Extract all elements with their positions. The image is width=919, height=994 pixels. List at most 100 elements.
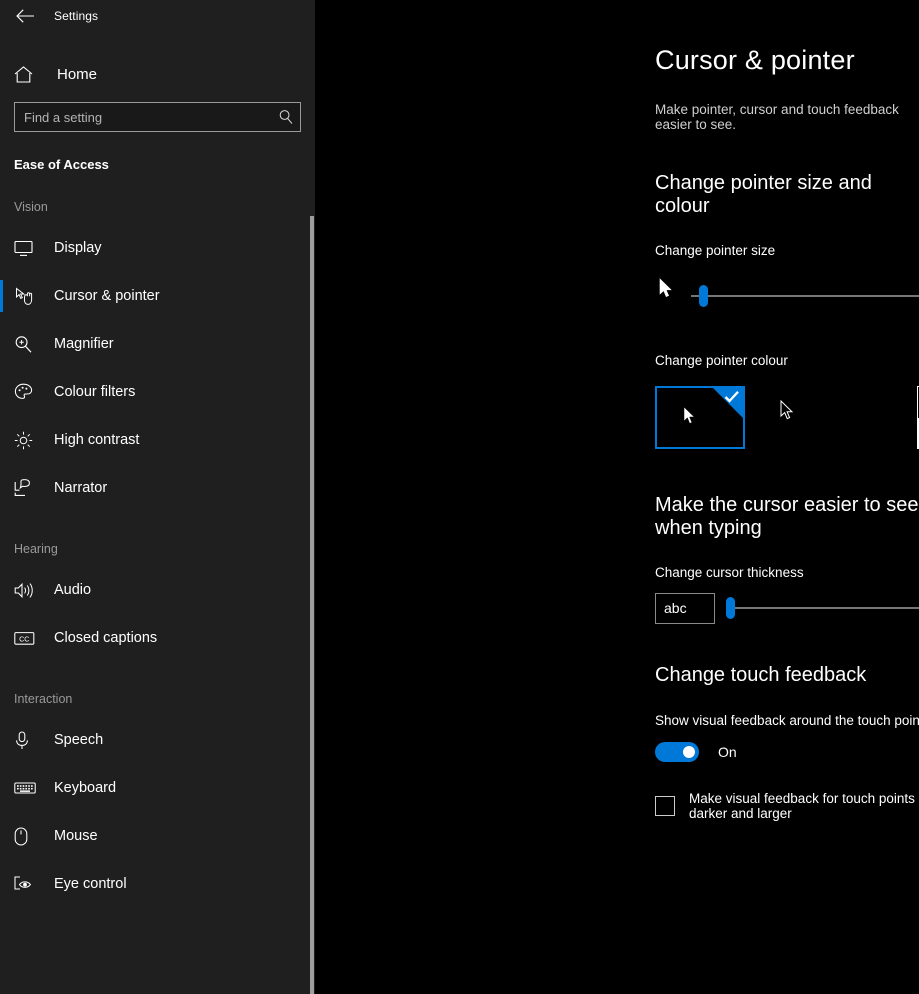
slider-thumb[interactable] bbox=[726, 597, 735, 619]
touch-feedback-description: Show visual feedback around the touch po… bbox=[655, 713, 919, 728]
slider-thumb[interactable] bbox=[699, 285, 709, 307]
pointer-colour-swatches bbox=[655, 386, 919, 456]
page-subtitle: Make pointer, cursor and touch feedback … bbox=[655, 102, 899, 132]
nav-group-interaction: Interaction bbox=[14, 692, 73, 706]
darker-larger-checkbox-label: Make visual feedback for touch points da… bbox=[689, 791, 915, 821]
sidebar-item-label: High contrast bbox=[54, 432, 140, 448]
pointer-colour-label: Change pointer colour bbox=[655, 353, 788, 368]
sidebar-item-keyboard[interactable]: Keyboard bbox=[0, 764, 315, 812]
microphone-icon bbox=[14, 729, 40, 751]
cursor-preview-box: abc bbox=[655, 592, 715, 624]
main-content: Cursor & pointer Make pointer, cursor an… bbox=[315, 0, 919, 994]
eye-control-icon bbox=[14, 873, 40, 895]
svg-text:CC: CC bbox=[19, 634, 29, 643]
sidebar-nav: Vision Display Cursor & pointer Magnifie… bbox=[0, 200, 315, 908]
slider-rail bbox=[691, 295, 919, 297]
checkmark-icon bbox=[724, 390, 740, 404]
pointer-size-label: Change pointer size bbox=[655, 243, 776, 258]
cc-icon: CC bbox=[14, 627, 40, 649]
mouse-icon bbox=[14, 825, 40, 847]
pointer-size-slider[interactable] bbox=[691, 285, 919, 307]
selection-accent-bar bbox=[0, 472, 3, 504]
sidebar-item-label: Audio bbox=[54, 582, 92, 598]
selection-accent-bar bbox=[0, 574, 3, 606]
section-heading-cursor: Make the cursor easier to see when typin… bbox=[655, 494, 919, 539]
sidebar-item-label: Keyboard bbox=[54, 780, 117, 796]
cursor-thickness-slider[interactable] bbox=[726, 597, 919, 619]
darker-larger-checkbox[interactable] bbox=[655, 796, 675, 816]
sidebar-item-closed-captions[interactable]: CC Closed captions bbox=[0, 614, 315, 662]
sidebar-item-label: Magnifier bbox=[54, 336, 114, 352]
pointer-size-row bbox=[655, 266, 919, 328]
sidebar-scrollbar-thumb[interactable] bbox=[310, 216, 314, 994]
section-heading-touch: Change touch feedback bbox=[655, 664, 867, 686]
sidebar-item-eye-control[interactable]: Eye control bbox=[0, 860, 315, 908]
cursor-preview-text: abc bbox=[664, 600, 687, 616]
pointer-colour-white-swatch[interactable] bbox=[655, 386, 745, 449]
sidebar-item-mouse[interactable]: Mouse bbox=[0, 812, 315, 860]
nav-group-hearing: Hearing bbox=[14, 542, 58, 556]
nav-group-vision: Vision bbox=[14, 200, 48, 214]
slider-rail bbox=[726, 607, 919, 609]
sidebar-item-audio[interactable]: Audio bbox=[0, 566, 315, 614]
magnifier-plus-icon bbox=[14, 333, 40, 355]
sidebar-item-label: Eye control bbox=[54, 876, 127, 892]
toggle-state-label: On bbox=[718, 744, 737, 760]
selection-accent-bar bbox=[0, 280, 3, 312]
sidebar-item-colour-filters[interactable]: Colour filters bbox=[0, 368, 315, 416]
sidebar-item-home[interactable]: Home bbox=[0, 54, 315, 94]
sidebar-item-speech[interactable]: Speech bbox=[0, 716, 315, 764]
settings-window: Settings Home Ease of Access bbox=[0, 0, 919, 994]
touch-feedback-toggle[interactable] bbox=[655, 742, 699, 762]
monitor-icon bbox=[14, 237, 40, 259]
cursor-thickness-label: Change cursor thickness bbox=[655, 565, 804, 580]
category-title: Ease of Access bbox=[14, 157, 109, 172]
selection-accent-bar bbox=[0, 232, 3, 264]
selection-accent-bar bbox=[0, 622, 3, 654]
sidebar-item-label: Colour filters bbox=[54, 384, 136, 400]
palette-icon bbox=[14, 381, 40, 403]
home-icon bbox=[14, 65, 44, 83]
sidebar-item-high-contrast[interactable]: High contrast bbox=[0, 416, 315, 464]
selection-accent-bar bbox=[0, 772, 3, 804]
selection-accent-bar bbox=[0, 724, 3, 756]
small-cursor-preview-icon bbox=[659, 278, 675, 305]
sidebar-item-label: Narrator bbox=[54, 480, 108, 496]
selection-accent-bar bbox=[0, 868, 3, 900]
black-cursor-icon bbox=[780, 399, 796, 427]
title-bar: Settings bbox=[0, 0, 315, 32]
sidebar-item-narrator[interactable]: Narrator bbox=[0, 464, 315, 512]
sidebar-item-label: Closed captions bbox=[54, 630, 158, 646]
selection-accent-bar bbox=[0, 328, 3, 360]
speaker-icon bbox=[14, 579, 40, 601]
toggle-knob bbox=[683, 746, 695, 758]
cursor-hand-icon bbox=[14, 285, 40, 307]
selection-accent-bar bbox=[0, 424, 3, 456]
brightness-icon bbox=[14, 429, 40, 451]
selection-accent-bar bbox=[0, 376, 3, 408]
pointer-colour-black-swatch[interactable] bbox=[755, 386, 845, 449]
sidebar-item-label: Display bbox=[54, 240, 102, 256]
touch-feedback-toggle-row: On bbox=[655, 742, 919, 762]
search-icon[interactable] bbox=[278, 109, 294, 125]
selection-accent-bar bbox=[0, 820, 3, 852]
page-title: Cursor & pointer bbox=[655, 45, 855, 75]
sidebar-item-label: Speech bbox=[54, 732, 104, 748]
back-button[interactable] bbox=[10, 3, 40, 29]
sidebar-item-label: Mouse bbox=[54, 828, 98, 844]
narrator-speech-icon bbox=[14, 477, 40, 499]
darker-larger-checkbox-row[interactable]: Make visual feedback for touch points da… bbox=[655, 791, 919, 821]
cursor-thickness-row: abc bbox=[655, 592, 919, 624]
keyboard-icon bbox=[14, 777, 40, 799]
search-input[interactable] bbox=[24, 109, 278, 125]
section-heading-pointer: Change pointer size and colour bbox=[655, 172, 872, 217]
white-cursor-icon bbox=[683, 406, 697, 431]
sidebar-item-label: Cursor & pointer bbox=[54, 288, 160, 304]
sidebar-item-magnifier[interactable]: Magnifier bbox=[0, 320, 315, 368]
sidebar-item-cursor-pointer[interactable]: Cursor & pointer bbox=[0, 272, 315, 320]
sidebar-home-label: Home bbox=[57, 65, 98, 83]
search-box[interactable] bbox=[14, 102, 301, 132]
back-arrow-icon bbox=[15, 9, 34, 23]
sidebar: Settings Home Ease of Access bbox=[0, 0, 315, 994]
sidebar-item-display[interactable]: Display bbox=[0, 224, 315, 272]
